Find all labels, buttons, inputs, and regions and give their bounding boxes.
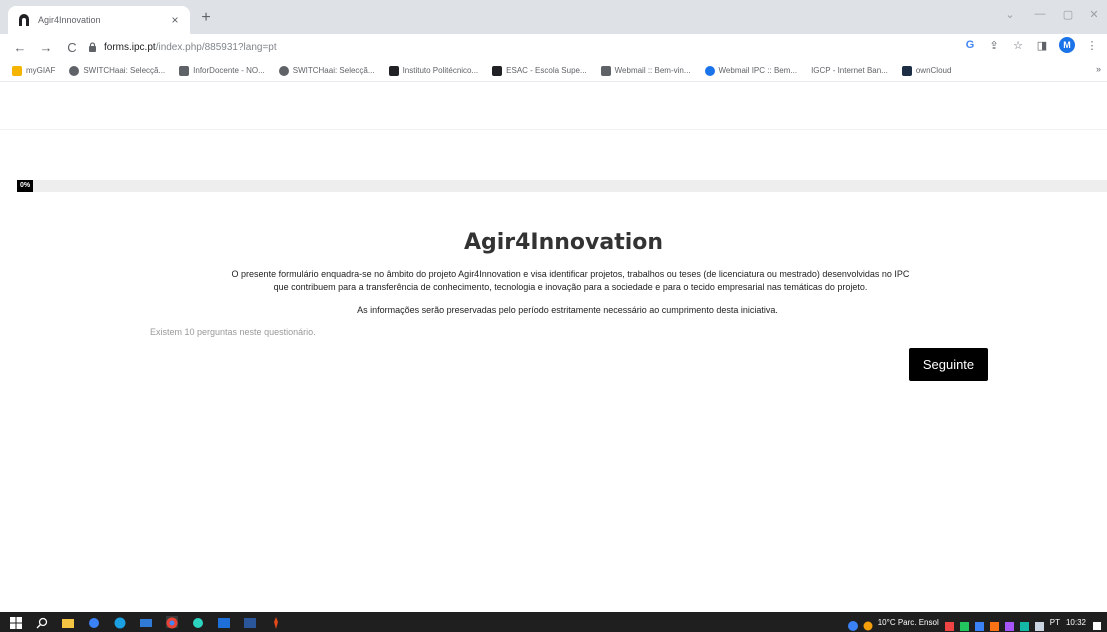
browser-tab[interactable]: Agir4Innovation × <box>8 6 190 34</box>
close-window-button[interactable]: ✕ <box>1084 8 1104 21</box>
reload-button[interactable]: C <box>62 40 82 55</box>
outlook-icon[interactable] <box>218 616 230 628</box>
bookmark-item[interactable]: SWITCHaai: Selecçã... <box>69 65 166 76</box>
tab-close-icon[interactable]: × <box>168 13 182 27</box>
ipc-icon <box>388 65 399 76</box>
switch-icon <box>69 65 80 76</box>
ipc-icon <box>492 65 503 76</box>
privacy-note: As informações serão preservadas pelo pe… <box>357 305 778 315</box>
language-indicator[interactable]: PT <box>1050 618 1060 627</box>
description-line-1: O presente formulário enquadra-se no âmb… <box>231 269 910 279</box>
side-panel-icon[interactable]: ◨ <box>1035 39 1049 52</box>
bookmark-label: IGCP - Internet Ban... <box>811 66 888 75</box>
bookmark-item[interactable]: SWITCHaai: Selecçã... <box>278 65 375 76</box>
bookmark-label: ownCloud <box>915 66 952 75</box>
restore-button[interactable]: ▢ <box>1058 8 1078 21</box>
star-icon[interactable]: ☆ <box>1011 39 1025 52</box>
bookmark-label: InforDocente - NO... <box>193 66 265 75</box>
bookmark-item[interactable]: Instituto Politécnico... <box>388 65 479 76</box>
search-icon[interactable] <box>36 616 48 629</box>
owncloud-icon <box>901 65 912 76</box>
google-icon[interactable]: G <box>963 39 977 51</box>
menu-icon[interactable]: ⋮ <box>1085 39 1099 52</box>
windows-start-icon[interactable] <box>10 616 22 629</box>
url-domain: forms.ipc.pt <box>104 41 156 53</box>
tray-app-icon[interactable] <box>1004 618 1014 631</box>
clock[interactable]: 10:32 <box>1066 618 1086 627</box>
minimize-button[interactable]: — <box>1030 8 1050 20</box>
help-icon[interactable] <box>847 618 858 631</box>
page-divider <box>0 129 1107 130</box>
weather-text[interactable]: 10°C Parc. Ensol <box>878 618 939 627</box>
file-explorer-icon[interactable] <box>62 616 74 628</box>
notifications-icon[interactable] <box>1092 618 1101 630</box>
pin-icon[interactable] <box>270 616 282 629</box>
edge-icon[interactable] <box>114 616 126 629</box>
tab-title: Agir4Innovation <box>38 15 101 25</box>
tray-app-icon[interactable] <box>989 618 999 631</box>
forward-button[interactable]: → <box>36 40 56 55</box>
ipc-favicon-icon <box>16 12 32 28</box>
bookmark-label: Instituto Politécnico... <box>402 66 479 75</box>
word-icon[interactable] <box>244 616 256 628</box>
bookmarks-more-icon[interactable]: » <box>1096 64 1101 74</box>
switch-icon <box>278 65 289 76</box>
next-button[interactable]: Seguinte <box>909 348 988 381</box>
toolbar-actions: G ⇪ ☆ ◨ M ⋮ <box>963 37 1099 53</box>
tab-search-icon[interactable]: ⌄ <box>1000 8 1020 21</box>
address-bar[interactable]: forms.ipc.pt/index.php/885931?lang=pt <box>88 38 968 56</box>
survey-title: Agir4Innovation <box>463 230 664 255</box>
bookmark-item[interactable]: myGIAF <box>12 65 56 76</box>
progress-label: 0% <box>17 180 34 192</box>
lock-icon <box>88 42 98 52</box>
chrome-icon[interactable] <box>166 616 178 629</box>
weather-icon <box>863 618 873 630</box>
question-count: Existem 10 perguntas neste questionário. <box>150 327 316 337</box>
description-line-2: que contribuem para a transferência de c… <box>273 282 868 292</box>
bookmark-label: myGIAF <box>26 66 56 75</box>
new-tab-button[interactable]: + <box>196 9 216 29</box>
bookmark-label: ESAC - Escola Supe... <box>506 66 587 75</box>
bookmark-label: Webmail :: Bem-vin... <box>614 66 691 75</box>
tray-app-icon[interactable] <box>959 618 969 631</box>
infor-icon <box>179 65 190 76</box>
network-icon[interactable] <box>1034 618 1044 631</box>
back-button[interactable]: ← <box>10 40 30 55</box>
settings-icon[interactable] <box>88 616 100 628</box>
tray-app-icon[interactable] <box>974 618 984 631</box>
mail-icon[interactable] <box>140 616 152 628</box>
tray-app-icon[interactable] <box>944 618 954 631</box>
puzzle-icon <box>12 65 22 76</box>
progress-bar <box>17 180 1107 192</box>
webmail-ipc-icon <box>704 65 715 76</box>
bookmark-item[interactable]: IGCP - Internet Ban... <box>811 66 888 75</box>
bookmarks-bar: myGIAF SWITCHaai: Selecçã... InforDocente … <box>0 60 1107 82</box>
url-path: /index.php/885931?lang=pt <box>155 41 277 53</box>
bookmark-item[interactable]: ownCloud <box>901 65 952 76</box>
browser-tab-strip: Agir4Innovation × + ⌄ — ▢ ✕ <box>0 0 1107 34</box>
webmail-icon <box>600 65 611 76</box>
system-tray: 10°C Parc. Ensol PT 10:32 <box>847 612 1101 632</box>
bookmark-item[interactable]: Webmail :: Bem-vin... <box>600 65 691 76</box>
profile-avatar[interactable]: M <box>1059 37 1075 53</box>
share-icon[interactable]: ⇪ <box>987 39 1001 52</box>
survey-description: O presente formulário enquadra-se no âmb… <box>0 268 1107 294</box>
app-icon[interactable] <box>192 616 204 628</box>
bookmark-label: SWITCHaai: Selecçã... <box>292 66 375 75</box>
bookmark-item[interactable]: ESAC - Escola Supe... <box>492 65 587 76</box>
bookmark-item[interactable]: InforDocente - NO... <box>179 65 265 76</box>
bookmark-label: Webmail IPC :: Bem... <box>718 66 798 75</box>
bookmark-item[interactable]: Webmail IPC :: Bem... <box>704 65 798 76</box>
tray-app-icon[interactable] <box>1019 618 1029 631</box>
bookmark-label: SWITCHaai: Selecçã... <box>83 66 166 75</box>
